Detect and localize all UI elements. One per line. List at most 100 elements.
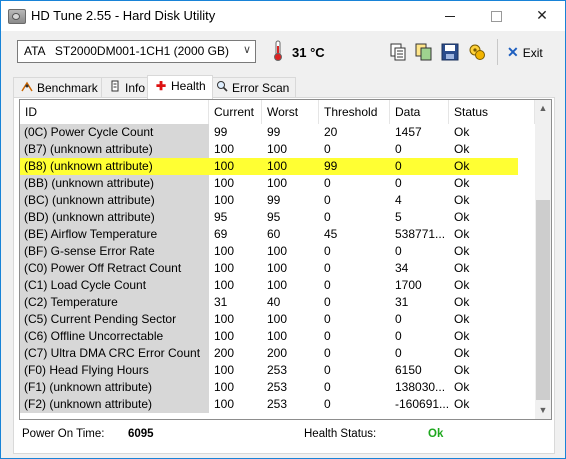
table-row[interactable]: (B8) (unknown attribute) 100 100 99 0 Ok <box>20 158 535 175</box>
cell-current: 95 <box>214 210 228 224</box>
info-icon <box>108 78 122 98</box>
scroll-up-arrow-icon[interactable]: ▲ <box>535 100 551 117</box>
drive-select[interactable]: ATA ST2000DM001-1CH1 (2000 GB) ∨ <box>17 40 256 63</box>
exit-button[interactable]: ✕ Exit <box>507 44 543 61</box>
cell-threshold: 0 <box>324 329 331 343</box>
column-header-status[interactable]: Status <box>449 100 535 124</box>
table-row[interactable]: (BC) (unknown attribute) 100 99 0 4 Ok <box>20 192 535 209</box>
cell-id: (F1) (unknown attribute) <box>20 379 209 396</box>
cell-status: Ok <box>454 261 470 275</box>
toolbar-separator <box>497 39 498 65</box>
title-bar[interactable]: HD Tune 2.55 - Hard Disk Utility ✕ <box>1 1 565 31</box>
health-cross-icon: ✚ <box>155 79 167 93</box>
table-row[interactable]: (BE) Airflow Temperature 69 60 45 538771... O… <box>20 226 535 243</box>
power-on-value: 6095 <box>128 428 154 440</box>
cell-current: 100 <box>214 261 235 275</box>
column-header-worst[interactable]: Worst <box>262 100 319 124</box>
maximize-button[interactable] <box>473 1 519 31</box>
table-row[interactable]: (F1) (unknown attribute) 100 253 0 138030...… <box>20 379 535 396</box>
options-icon[interactable] <box>467 42 487 62</box>
table-row[interactable]: (BB) (unknown attribute) 100 100 0 0 Ok <box>20 175 535 192</box>
column-header-id[interactable]: ID <box>20 100 209 124</box>
cell-worst: 100 <box>267 244 288 258</box>
cell-worst: 100 <box>267 142 288 156</box>
cell-current: 100 <box>214 142 235 156</box>
minimize-button[interactable] <box>427 1 473 31</box>
column-header-data[interactable]: Data <box>390 100 449 124</box>
table-row[interactable]: (C2) Temperature 31 40 0 31 Ok <box>20 294 535 311</box>
table-row[interactable]: (C0) Power Off Retract Count 100 100 0 34 Ok <box>20 260 535 277</box>
cell-status: Ok <box>454 244 470 258</box>
cell-id: (F0) Head Flying Hours <box>20 362 209 379</box>
cell-status: Ok <box>454 210 470 224</box>
cell-worst: 99 <box>267 125 281 139</box>
column-header-current[interactable]: Current <box>209 100 262 124</box>
table-row[interactable]: (0C) Power Cycle Count 99 99 20 1457 Ok <box>20 124 535 141</box>
cell-threshold: 0 <box>324 142 331 156</box>
column-header-threshold[interactable]: Threshold <box>319 100 390 124</box>
table-row[interactable]: (F2) (unknown attribute) 100 253 0 -160691..… <box>20 396 535 413</box>
benchmark-icon <box>20 78 34 98</box>
cell-threshold: 45 <box>324 227 338 241</box>
smart-attributes-table[interactable]: ID Current Worst Threshold Data Status (… <box>19 99 552 420</box>
window-title: HD Tune 2.55 - Hard Disk Utility <box>31 8 216 23</box>
cell-worst: 60 <box>267 227 281 241</box>
table-header: ID Current Worst Threshold Data Status <box>20 100 535 124</box>
table-row[interactable]: (BD) (unknown attribute) 95 95 0 5 Ok <box>20 209 535 226</box>
cell-threshold: 0 <box>324 261 331 275</box>
table-row[interactable]: (B7) (unknown attribute) 100 100 0 0 Ok <box>20 141 535 158</box>
cell-threshold: 0 <box>324 210 331 224</box>
cell-current: 31 <box>214 295 228 309</box>
copy-all-icon[interactable] <box>414 42 434 62</box>
cell-worst: 40 <box>267 295 281 309</box>
cell-worst: 100 <box>267 312 288 326</box>
cell-data: 538771... <box>395 227 446 241</box>
tab-info[interactable]: Info <box>101 77 153 98</box>
cell-id: (C2) Temperature <box>20 294 209 311</box>
cell-status: Ok <box>454 397 470 411</box>
table-row[interactable]: (C7) Ultra DMA CRC Error Count 200 200 0 0 Ok <box>20 345 535 362</box>
cell-current: 100 <box>214 397 235 411</box>
cell-status: Ok <box>454 193 470 207</box>
minimize-icon <box>445 15 455 17</box>
cell-worst: 100 <box>262 158 319 175</box>
cell-current: 100 <box>214 380 235 394</box>
cell-status: Ok <box>454 363 470 377</box>
cell-status: Ok <box>454 142 470 156</box>
chevron-down-icon[interactable]: ∨ <box>243 43 251 56</box>
tab-benchmark-label: Benchmark <box>37 81 98 95</box>
copy-icon[interactable] <box>388 42 408 62</box>
cell-status: Ok <box>454 380 470 394</box>
cell-id: (BB) (unknown attribute) <box>20 175 209 192</box>
table-row[interactable]: (C1) Load Cycle Count 100 100 0 1700 Ok <box>20 277 535 294</box>
save-icon[interactable] <box>440 42 460 62</box>
scroll-down-arrow-icon[interactable]: ▼ <box>535 402 551 419</box>
tab-info-label: Info <box>125 81 146 95</box>
cell-threshold: 0 <box>324 346 331 360</box>
maximize-icon <box>490 10 502 22</box>
tab-benchmark[interactable]: Benchmark <box>13 77 105 98</box>
thermometer-icon <box>274 40 282 61</box>
table-row[interactable]: (C6) Offline Uncorrectable 100 100 0 0 Ok <box>20 328 535 345</box>
close-button[interactable]: ✕ <box>519 1 565 31</box>
cell-data: 0 <box>395 312 402 326</box>
health-status-label: Health Status: <box>304 428 377 440</box>
temperature-readout: 31 °C <box>292 45 325 60</box>
cell-data: 1457 <box>395 125 422 139</box>
scrollbar-thumb[interactable] <box>536 200 550 400</box>
tab-error-scan[interactable]: Error Scan <box>208 77 297 98</box>
vertical-scrollbar[interactable]: ▲ ▼ <box>535 100 551 419</box>
cell-worst: 100 <box>267 261 288 275</box>
cell-status: Ok <box>449 158 518 175</box>
table-row[interactable]: (F0) Head Flying Hours 100 253 0 6150 Ok <box>20 362 535 379</box>
cell-threshold: 0 <box>324 176 331 190</box>
table-row[interactable]: (BF) G-sense Error Rate 100 100 0 0 Ok <box>20 243 535 260</box>
drive-select-value: ATA ST2000DM001-1CH1 (2000 GB) <box>24 44 229 58</box>
table-row[interactable]: (C5) Current Pending Sector 100 100 0 0 Ok <box>20 311 535 328</box>
cell-id: (C6) Offline Uncorrectable <box>20 328 209 345</box>
cell-data: 34 <box>395 261 409 275</box>
cell-worst: 200 <box>267 346 288 360</box>
cell-data: 31 <box>395 295 409 309</box>
tab-health[interactable]: ✚ Health <box>147 75 213 99</box>
cell-worst: 100 <box>267 278 288 292</box>
